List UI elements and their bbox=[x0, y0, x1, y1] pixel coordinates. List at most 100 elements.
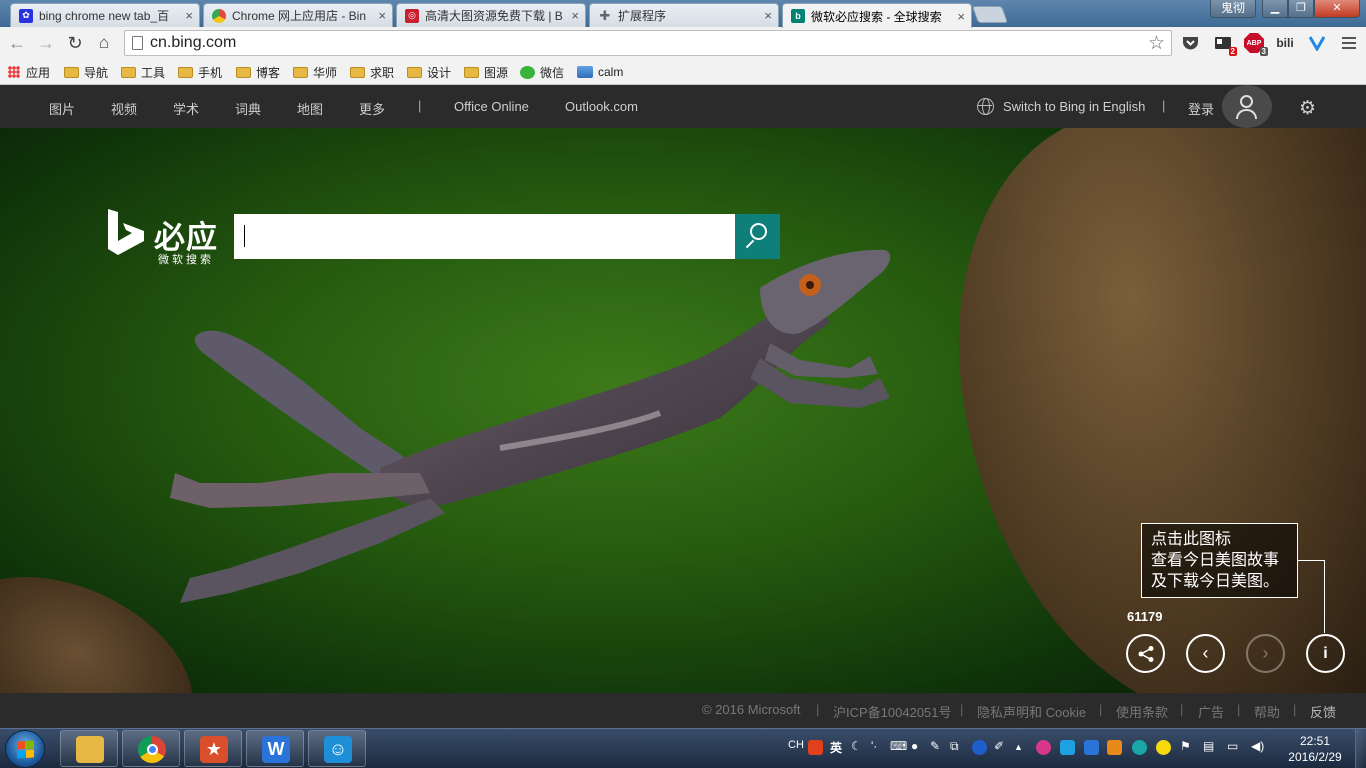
bookmark-calm[interactable]: calm bbox=[577, 63, 623, 81]
gear-icon[interactable]: ⚙ bbox=[1299, 97, 1316, 120]
start-button[interactable] bbox=[5, 730, 45, 768]
bookmark-folder[interactable]: 华师 bbox=[293, 63, 337, 81]
close-icon[interactable]: × bbox=[957, 9, 965, 24]
bookmark-label: 华师 bbox=[313, 65, 338, 80]
ads-link[interactable]: 广告 bbox=[1198, 702, 1224, 721]
icp-link[interactable]: 沪ICP备10042051号 bbox=[833, 702, 952, 721]
tab-title: Chrome 网上应用店 - Bin bbox=[232, 9, 367, 23]
nav-dictionary[interactable]: 词典 bbox=[235, 99, 261, 118]
user-tray-icon[interactable]: ● bbox=[911, 739, 918, 753]
network-icon[interactable]: ▭ bbox=[1227, 739, 1238, 753]
search-input[interactable] bbox=[234, 214, 735, 259]
bookmark-apps[interactable]: 应用 bbox=[8, 63, 50, 81]
show-desktop-button[interactable] bbox=[1355, 729, 1366, 768]
moon-icon[interactable]: ☾ bbox=[851, 739, 862, 753]
taskbar-explorer[interactable] bbox=[60, 730, 118, 767]
close-icon[interactable]: × bbox=[571, 8, 579, 23]
maximize-button[interactable]: ❐ bbox=[1288, 0, 1314, 18]
clipboard-icon[interactable]: ▤ bbox=[1203, 739, 1214, 753]
nav-academic[interactable]: 学术 bbox=[173, 99, 199, 118]
share-count: 61179 bbox=[1127, 609, 1163, 624]
url-text[interactable]: cn.bing.com bbox=[150, 34, 236, 52]
tab-bing-active[interactable]: b 微软必应搜索 - 全球搜索 × bbox=[782, 3, 972, 28]
tray-app-orange-icon[interactable] bbox=[1107, 740, 1122, 755]
nav-images[interactable]: 图片 bbox=[49, 99, 75, 118]
vpn-icon[interactable] bbox=[1306, 32, 1328, 54]
close-icon[interactable]: × bbox=[764, 8, 772, 23]
nav-videos[interactable]: 视频 bbox=[111, 99, 137, 118]
bookmark-star-icon[interactable]: ☆ bbox=[1148, 32, 1165, 55]
login-link[interactable]: 登录 bbox=[1188, 99, 1214, 118]
image-info-button[interactable]: i bbox=[1306, 634, 1345, 673]
profile-name[interactable]: 鬼彻 bbox=[1210, 0, 1256, 18]
ime-language[interactable]: CH bbox=[788, 739, 804, 751]
address-bar[interactable]: cn.bing.com ☆ bbox=[124, 30, 1172, 56]
new-tab-button[interactable] bbox=[971, 6, 1009, 23]
bookmarks-bar: 应用 导航 工具 手机 博客 华师 求职 设计 图源 微信 calm bbox=[0, 59, 1366, 85]
bing-logo[interactable]: 必应 微软搜索 bbox=[108, 209, 228, 266]
pocket-icon[interactable] bbox=[1179, 32, 1201, 54]
previous-image-button[interactable]: ‹ bbox=[1186, 634, 1225, 673]
reader-extension-icon[interactable]: 2 bbox=[1212, 32, 1237, 56]
bookmark-folder[interactable]: 求职 bbox=[350, 63, 394, 81]
taskbar-chrome[interactable] bbox=[122, 730, 180, 767]
bookmark-folder[interactable]: 工具 bbox=[121, 63, 165, 81]
wrench-icon[interactable]: ✎ bbox=[930, 739, 940, 753]
bookmark-wechat[interactable]: 微信 bbox=[520, 63, 564, 81]
pen-icon[interactable]: ✐ bbox=[994, 739, 1004, 753]
reload-icon[interactable]: ↻ bbox=[64, 33, 86, 53]
switch-language-link[interactable]: Switch to Bing in English bbox=[1003, 99, 1145, 114]
nav-maps[interactable]: 地图 bbox=[297, 99, 323, 118]
nav-more[interactable]: 更多 bbox=[359, 99, 385, 118]
tray-security-icon[interactable] bbox=[1156, 740, 1171, 755]
punctuation-icon[interactable]: '· bbox=[871, 739, 877, 753]
tray-browser-icon[interactable] bbox=[1132, 740, 1147, 755]
close-icon[interactable]: × bbox=[185, 8, 193, 23]
search-button[interactable] bbox=[735, 214, 780, 259]
bookmark-label: 设计 bbox=[427, 65, 452, 80]
tab-extensions[interactable]: ✚ 扩展程序 × bbox=[589, 3, 779, 27]
taskbar-wps-writer[interactable]: W bbox=[246, 730, 304, 767]
forward-arrow-icon[interactable]: → bbox=[35, 33, 57, 53]
help-icon[interactable] bbox=[972, 740, 987, 755]
tab-webstore[interactable]: Chrome 网上应用店 - Bin × bbox=[203, 3, 393, 27]
privacy-link[interactable]: 隐私声明和 Cookie bbox=[977, 702, 1086, 721]
taskbar-wps-presentation[interactable]: ★ bbox=[184, 730, 242, 767]
system-clock[interactable]: 22:51 2016/2/29 bbox=[1280, 733, 1350, 765]
nav-divider: | bbox=[418, 98, 422, 113]
bookmark-folder[interactable]: 设计 bbox=[407, 63, 451, 81]
ime-mode[interactable]: 英 bbox=[830, 739, 842, 756]
help-link[interactable]: 帮助 bbox=[1254, 702, 1280, 721]
close-icon[interactable]: × bbox=[378, 8, 386, 23]
volume-icon[interactable]: ◀) bbox=[1251, 739, 1264, 753]
taskbar-app[interactable]: ☺ bbox=[308, 730, 366, 767]
keyboard-icon[interactable]: ⌨ bbox=[890, 739, 907, 753]
nav-outlook[interactable]: Outlook.com bbox=[565, 99, 638, 114]
bookmark-folder[interactable]: 图源 bbox=[464, 63, 508, 81]
tab-bing-new-tab[interactable]: ✿ bing chrome new tab_百 × bbox=[10, 3, 200, 27]
bookmark-folder[interactable]: 导航 bbox=[64, 63, 108, 81]
feedback-link[interactable]: 反馈 bbox=[1310, 702, 1336, 721]
back-arrow-icon[interactable]: ← bbox=[6, 33, 28, 53]
bilibili-icon[interactable]: bili bbox=[1274, 32, 1296, 54]
sogou-ime-icon[interactable] bbox=[808, 740, 823, 755]
next-image-button[interactable]: › bbox=[1246, 634, 1285, 673]
window-close-button[interactable]: ✕ bbox=[1314, 0, 1360, 18]
adblock-plus-icon[interactable]: ABP 3 bbox=[1243, 32, 1268, 56]
external-icon[interactable]: ⧉ bbox=[950, 739, 959, 754]
menu-icon[interactable] bbox=[1338, 32, 1360, 54]
terms-link[interactable]: 使用条款 bbox=[1116, 702, 1168, 721]
tab-image-resources[interactable]: ◎ 高清大图资源免费下载 | B × bbox=[396, 3, 586, 27]
tray-wps-icon[interactable] bbox=[1084, 740, 1099, 755]
share-button[interactable] bbox=[1126, 634, 1165, 673]
avatar[interactable] bbox=[1222, 85, 1272, 128]
nav-office-online[interactable]: Office Online bbox=[454, 99, 529, 114]
show-hidden-icons[interactable]: ▲ bbox=[1014, 742, 1023, 752]
flag-icon[interactable]: ⚑ bbox=[1180, 739, 1191, 753]
bookmark-folder[interactable]: 博客 bbox=[236, 63, 280, 81]
bookmark-folder[interactable]: 手机 bbox=[178, 63, 222, 81]
tray-app-pink-icon[interactable] bbox=[1036, 740, 1051, 755]
tray-app-blue-icon[interactable] bbox=[1060, 740, 1075, 755]
home-icon[interactable]: ⌂ bbox=[93, 33, 115, 53]
minimize-button[interactable]: ▁ bbox=[1262, 0, 1288, 18]
